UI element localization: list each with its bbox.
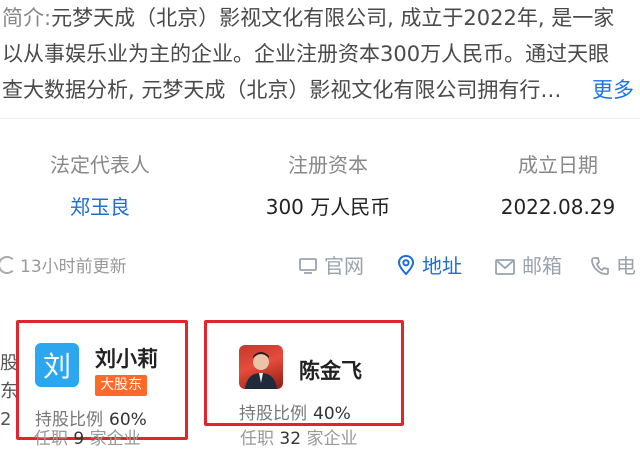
tenure-count: 32 [279, 429, 302, 449]
email-action[interactable]: 邮箱 [494, 250, 562, 281]
established-date-value: 2022.08.29 [500, 195, 616, 219]
shareholder-card-1[interactable]: 刘 刘小莉 大股东 持股比例 60% [16, 320, 188, 440]
website-label: 官网 [324, 254, 364, 278]
legal-representative-value[interactable]: 郑玉良 [0, 192, 200, 222]
shareholder-1-tenure[interactable]: 任职 9 家企业 [34, 424, 141, 449]
legal-representative: 法定代表人 郑玉良 [0, 150, 200, 222]
established-date: 成立日期 2022.08.29 [458, 150, 640, 222]
mail-icon [494, 257, 516, 281]
email-label: 邮箱 [522, 254, 562, 278]
update-actions-row: 13小时前更新 官网 地址 邮箱 电 [0, 240, 640, 290]
intro-line1-text: 元梦天成（北京）影视文化有限公司, 成立于2022年, 是一家 [51, 6, 615, 30]
shareholder-2-tenure[interactable]: 任职 32 家企业 [240, 424, 357, 449]
ratio-value: 40% [313, 404, 351, 424]
address-action[interactable]: 地址 [396, 250, 462, 281]
tenure-prefix: 任职 [34, 429, 68, 449]
registered-capital-label: 注册资本 [288, 153, 368, 177]
intro-label: 简介: [2, 6, 52, 30]
more-link[interactable]: 更多 [592, 72, 634, 108]
phone-icon [590, 256, 610, 281]
location-pin-icon [396, 254, 416, 281]
tenure-count: 9 [73, 429, 85, 449]
registered-capital-value: 300 万人民币 [265, 195, 391, 219]
major-shareholder-badge: 大股东 [95, 375, 147, 396]
intro-line3-text: 查大数据分析, 元梦天成（北京）影视文化有限公司拥有行… [2, 78, 562, 102]
shareholder-name[interactable]: 刘小莉 [95, 343, 158, 373]
intro-line-3: 查大数据分析, 元梦天成（北京）影视文化有限公司拥有行… [2, 72, 638, 108]
website-action[interactable]: 官网 [298, 250, 364, 281]
intro-line-1: 简介:元梦天成（北京）影视文化有限公司, 成立于2022年, 是一家 [2, 0, 638, 36]
avatar: 刘 [35, 343, 79, 387]
ratio-label: 持股比例 [239, 404, 307, 424]
intro-line-2: 以从事娱乐业为主的企业。企业注册资本300万人民币。通过天眼 [2, 42, 610, 66]
tenure-prefix: 任职 [240, 429, 274, 449]
tenure-suffix: 家企业 [306, 429, 358, 449]
phone-action[interactable]: 电 [590, 250, 636, 281]
tenure-suffix: 家企业 [89, 429, 141, 449]
divider [0, 118, 640, 119]
avatar [239, 345, 283, 389]
address-label: 地址 [422, 254, 462, 278]
legal-representative-label: 法定代表人 [50, 153, 150, 177]
shareholder-card-2[interactable]: 陈金飞 持股比例 40% [204, 320, 404, 426]
registered-capital: 注册资本 300 万人民币 [228, 150, 428, 222]
company-intro: 简介:元梦天成（北京）影视文化有限公司, 成立于2022年, 是一家 以从事娱乐… [2, 0, 638, 108]
monitor-icon [298, 256, 318, 281]
shareholding-ratio: 持股比例 40% [239, 399, 351, 424]
update-text: 13小时前更新 [20, 257, 127, 277]
phone-label: 电 [616, 254, 636, 278]
person-photo-icon [245, 352, 277, 389]
refresh-icon [0, 256, 16, 274]
update-time: 13小时前更新 [0, 252, 127, 277]
established-date-label: 成立日期 [518, 153, 598, 177]
shareholder-name[interactable]: 陈金飞 [299, 355, 362, 385]
